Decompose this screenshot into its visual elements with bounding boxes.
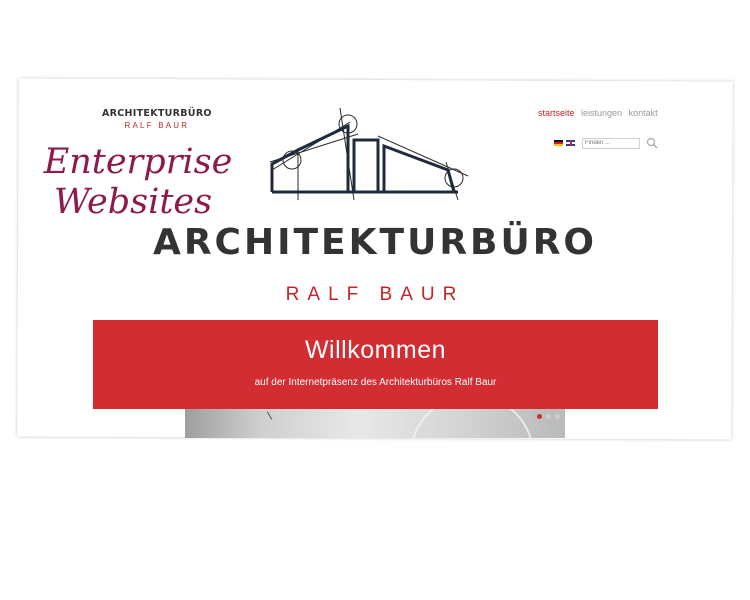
search-input[interactable] bbox=[582, 137, 640, 149]
slider-dot-3[interactable] bbox=[555, 414, 560, 419]
logo-subtitle: RALF BAUR bbox=[285, 284, 465, 305]
slider-dot-2[interactable] bbox=[546, 414, 551, 419]
slider-image bbox=[185, 409, 565, 438]
nav-item-leistungen[interactable]: leistungen bbox=[581, 108, 622, 118]
header-logo-title: ARCHITEKTURBÜRO bbox=[102, 108, 212, 119]
header-logo[interactable]: ARCHITEKTURBÜRO RALF BAUR bbox=[102, 108, 212, 130]
header-tools bbox=[554, 137, 658, 149]
de-flag-icon[interactable] bbox=[554, 140, 563, 146]
logo-title: ARCHITEKTURBÜRO bbox=[152, 222, 598, 263]
slider-dot-1[interactable] bbox=[537, 414, 542, 419]
header-logo-subtitle: RALF BAUR bbox=[124, 121, 190, 130]
welcome-text: auf der Internetpräsenz des Architekturb… bbox=[254, 377, 497, 388]
nav-item-startseite[interactable]: startseite bbox=[538, 108, 575, 118]
architecture-house-drawing bbox=[269, 107, 469, 201]
nav-item-kontakt[interactable]: kontakt bbox=[629, 108, 658, 118]
welcome-heading: Willkommen bbox=[304, 336, 447, 364]
search-icon[interactable] bbox=[646, 137, 658, 149]
welcome-banner: Willkommen auf der Internetpräsenz des A… bbox=[93, 320, 658, 409]
slider-dots bbox=[537, 414, 560, 419]
overlay-line-2: Websites bbox=[53, 182, 213, 222]
overlay-caption: Enterprise Websites bbox=[38, 142, 238, 222]
overlay-line-1: Enterprise bbox=[43, 142, 233, 182]
en-flag-icon[interactable] bbox=[566, 140, 575, 146]
main-nav: startseite leistungen kontakt bbox=[538, 108, 662, 118]
